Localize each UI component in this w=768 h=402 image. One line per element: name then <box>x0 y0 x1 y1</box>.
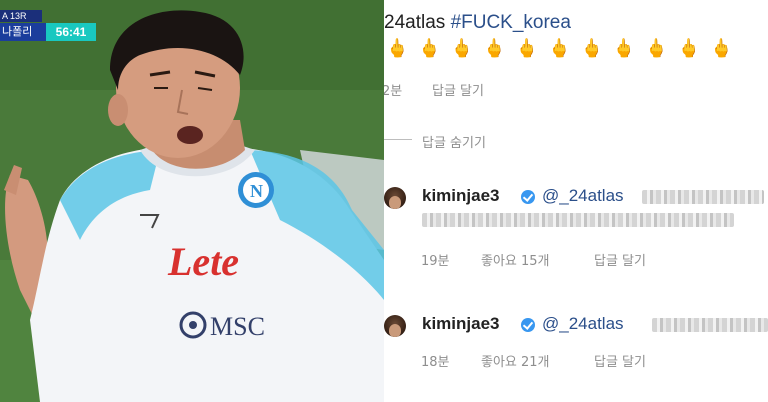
reply-mention[interactable]: @_24atlas <box>542 314 624 334</box>
comment-thread: 24atlas #FUCK_korea 🖕🖕🖕🖕🖕🖕🖕🖕🖕🖕🖕 2분 답글 달기… <box>384 0 768 402</box>
score-bug-round: A 13R <box>0 10 42 22</box>
reply-time: 18분 <box>421 355 450 370</box>
reply-username[interactable]: kiminjae3 <box>422 186 500 206</box>
sponsor-logo: Lete <box>167 239 239 284</box>
reply-button[interactable]: 답글 달기 <box>594 351 646 370</box>
verified-icon <box>521 318 535 332</box>
top-comment-time: 2분 <box>384 84 403 99</box>
blurred-text <box>422 213 734 227</box>
hide-replies-button[interactable]: 답글 숨기기 <box>422 132 486 151</box>
top-comment-reply-button[interactable]: 답글 달기 <box>432 80 484 99</box>
blurred-text <box>642 190 764 204</box>
divider <box>384 139 412 140</box>
reply-likes[interactable]: 좋아요 15개 <box>481 250 550 269</box>
top-comment-hashtag[interactable]: #FUCK_korea <box>451 12 571 33</box>
blurred-text <box>652 318 768 332</box>
reply-mention[interactable]: @_24atlas <box>542 186 624 206</box>
svg-text:N: N <box>250 181 263 201</box>
verified-icon <box>521 190 535 204</box>
reply-time: 19분 <box>421 254 450 269</box>
middle-finger-emojis: 🖕🖕🖕🖕🖕🖕🖕🖕🖕🖕🖕 <box>386 38 743 59</box>
avatar[interactable] <box>384 315 406 337</box>
reply-button[interactable]: 답글 달기 <box>594 250 646 269</box>
top-comment-text: 24atlas #FUCK_korea <box>384 12 571 34</box>
score-bug-clock: 56:41 <box>46 23 96 41</box>
svg-text:MSC: MSC <box>210 312 265 341</box>
reply-likes[interactable]: 좋아요 21개 <box>481 351 550 370</box>
player-illustration: N Lete MSC <box>0 0 384 402</box>
broadcast-photo: N Lete MSC A 13R 나폴리 56:41 <box>0 0 384 402</box>
top-comment-username[interactable]: 24atlas <box>384 12 445 33</box>
reply-username[interactable]: kiminjae3 <box>422 314 500 334</box>
score-bug: A 13R 나폴리 56:41 <box>0 10 96 42</box>
score-bug-team: 나폴리 <box>0 23 46 41</box>
avatar[interactable] <box>384 187 406 209</box>
